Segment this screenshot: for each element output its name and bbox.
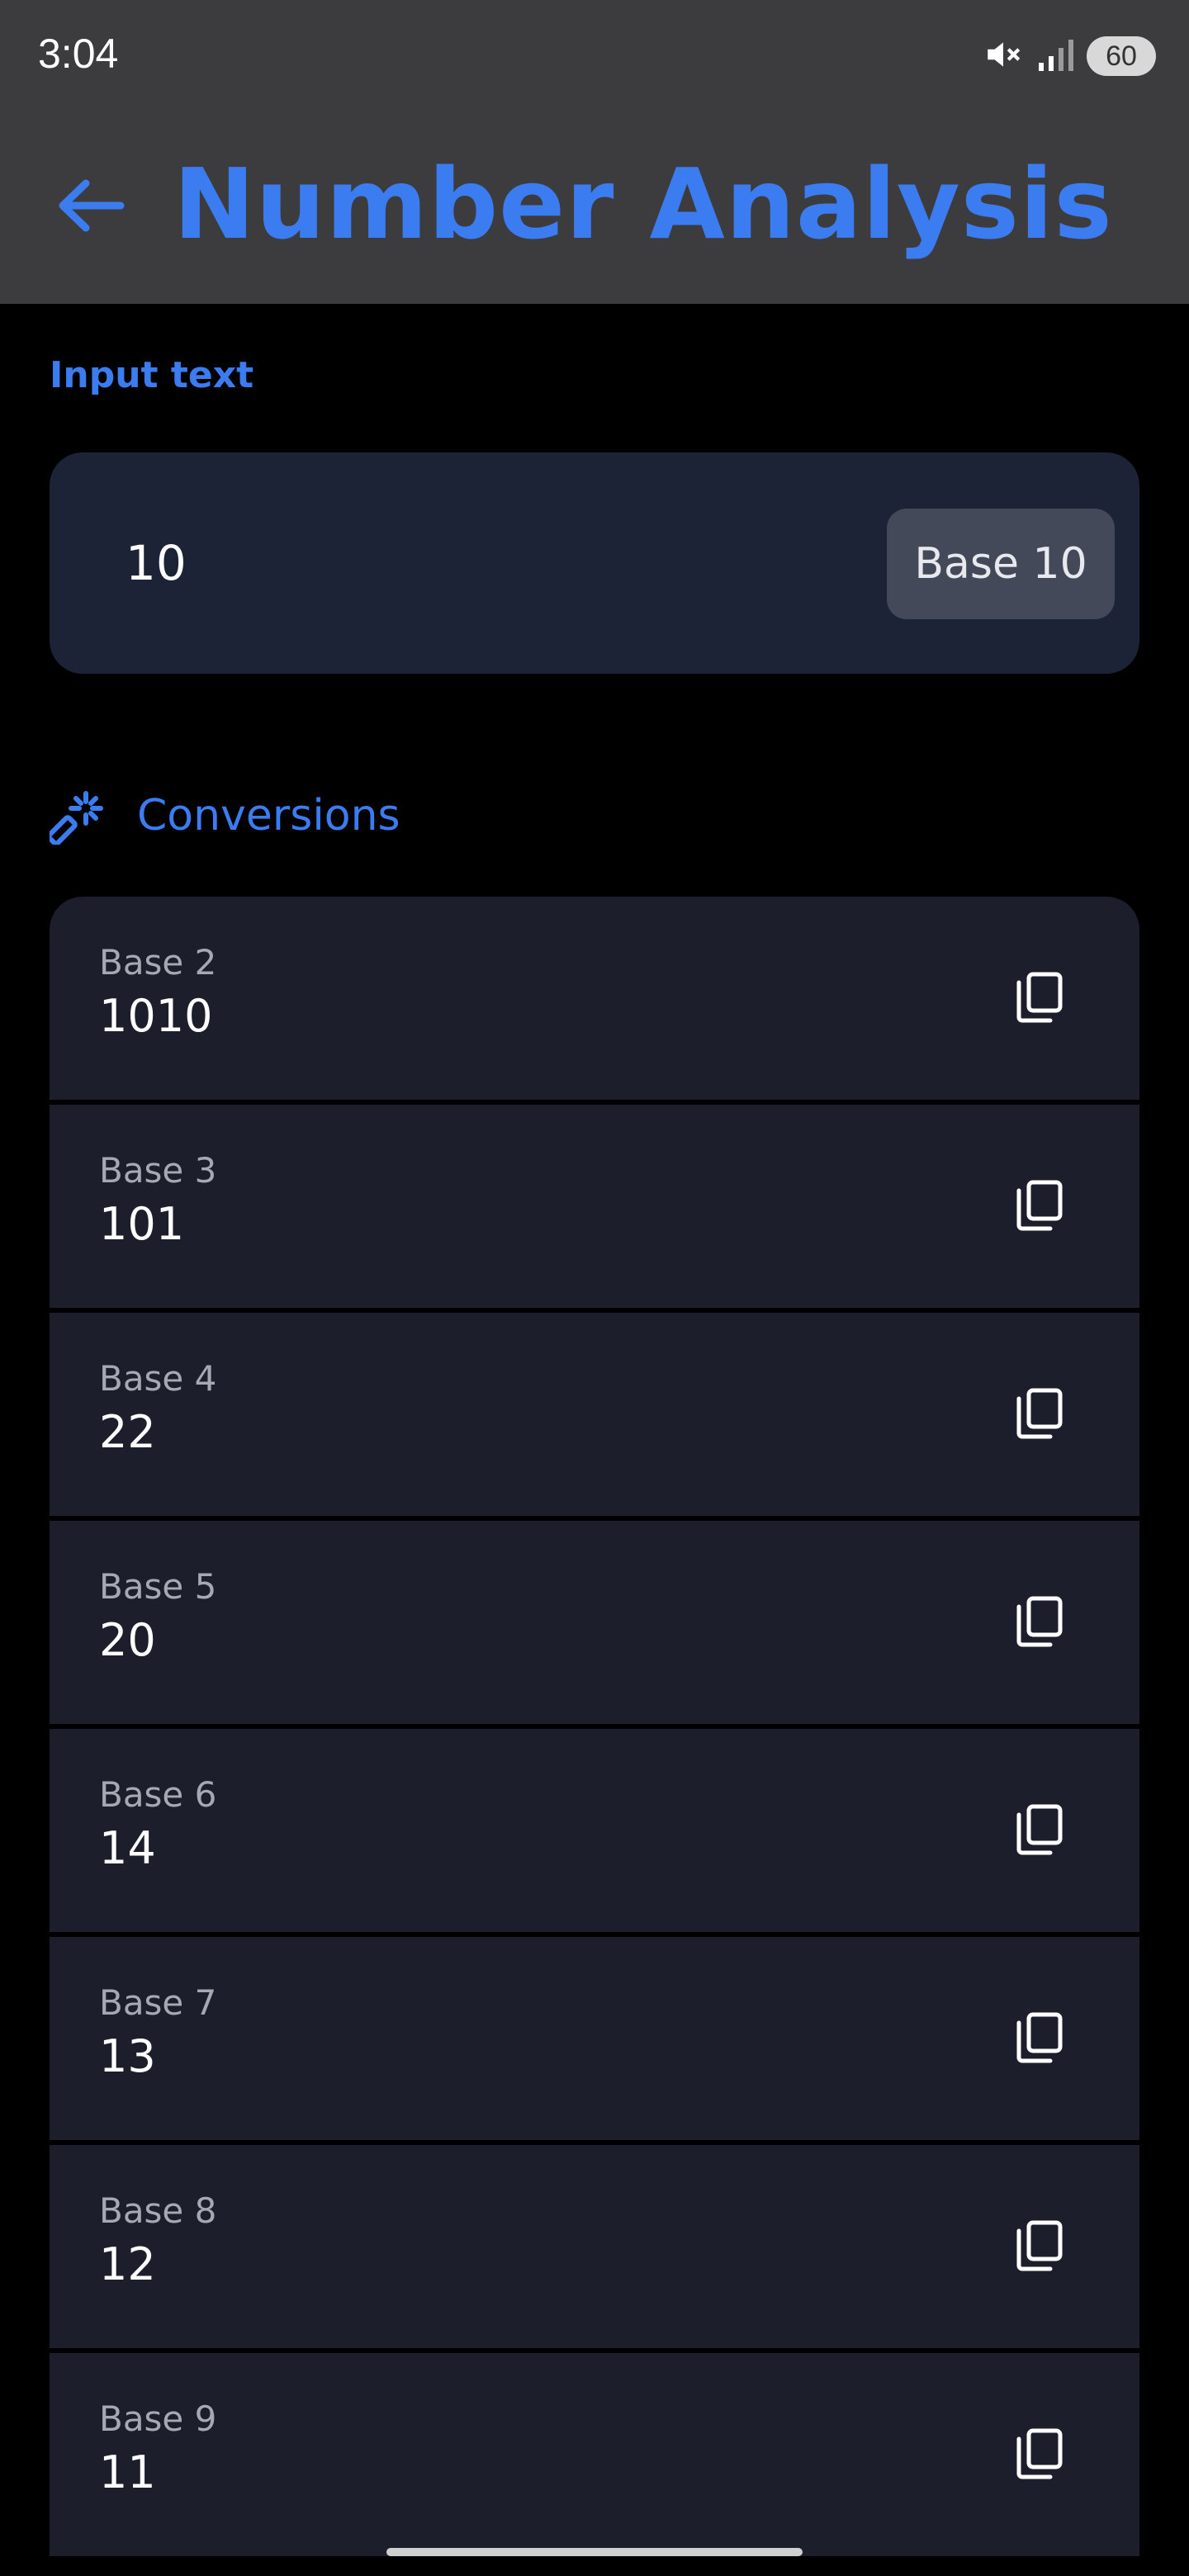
copy-icon [1016, 2220, 1063, 2271]
copy-icon [1016, 1804, 1063, 1855]
conversion-row-base-6: Base 6 14 [50, 1729, 1139, 1932]
copy-button[interactable] [1004, 1587, 1073, 1656]
input-value[interactable]: 10 [126, 532, 187, 594]
status-icons: 60 [983, 31, 1156, 81]
arrow-left-icon [59, 179, 125, 232]
base-value: 12 [99, 2238, 156, 2290]
conversions-title: Conversions [137, 791, 400, 841]
status-bar: 3:04 60 [0, 0, 1189, 107]
conversion-row-base-3: Base 3 101 [50, 1105, 1139, 1308]
conversion-row-base-9: Base 9 11 [50, 2353, 1139, 2556]
page-title: Number Analysis [173, 147, 1113, 261]
number-input-field[interactable]: 10 Base 10 [50, 452, 1139, 674]
copy-icon [1016, 2428, 1063, 2479]
base-value: 11 [99, 2446, 156, 2498]
app-bar: Number Analysis [0, 107, 1189, 304]
base-value: 101 [99, 1198, 185, 1250]
base-value: 13 [99, 2030, 156, 2082]
base-value: 14 [99, 1822, 156, 1874]
conversion-row-base-7: Base 7 13 [50, 1937, 1139, 2140]
magic-wand-icon [50, 791, 103, 845]
copy-icon [1016, 1180, 1063, 1231]
base-label: Base 6 [99, 1774, 217, 1815]
mute-icon [983, 34, 1024, 78]
conversion-row-base-2: Base 2 1010 [50, 897, 1139, 1100]
base-value: 1010 [99, 990, 213, 1042]
conversion-row-base-4: Base 4 22 [50, 1313, 1139, 1516]
base-value: 22 [99, 1406, 156, 1458]
base-label: Base 4 [99, 1358, 217, 1399]
conversion-row-base-5: Base 5 20 [50, 1521, 1139, 1724]
copy-button[interactable] [1004, 963, 1073, 1032]
copy-button[interactable] [1004, 2419, 1073, 2488]
base-value: 20 [99, 1614, 156, 1666]
status-time: 3:04 [38, 31, 119, 77]
copy-button[interactable] [1004, 1379, 1073, 1448]
base-label: Base 5 [99, 1566, 217, 1607]
copy-button[interactable] [1004, 1171, 1073, 1240]
back-button[interactable] [45, 160, 135, 251]
conversions-list: Base 2 1010 Base 3 101 Base 4 22 Base 5 … [50, 897, 1139, 2576]
base-label: Base 9 [99, 2398, 217, 2439]
signal-icon [1035, 35, 1075, 78]
conversion-row-base-8: Base 8 12 [50, 2145, 1139, 2348]
copy-button[interactable] [1004, 2003, 1073, 2072]
copy-button[interactable] [1004, 1795, 1073, 1864]
battery-icon: 60 [1087, 36, 1156, 76]
input-label: Input text [50, 354, 254, 396]
copy-icon [1016, 1596, 1063, 1647]
copy-icon [1016, 1388, 1063, 1439]
home-indicator[interactable] [386, 2548, 803, 2556]
base-label: Base 2 [99, 942, 217, 983]
copy-button[interactable] [1004, 2211, 1073, 2280]
conversions-header: Conversions [50, 783, 400, 849]
base-label: Base 7 [99, 1982, 217, 2023]
base-label: Base 3 [99, 1150, 217, 1191]
copy-icon [1016, 972, 1063, 1023]
copy-icon [1016, 2012, 1063, 2063]
base-label: Base 8 [99, 2190, 217, 2231]
base-selector-button[interactable]: Base 10 [887, 509, 1115, 619]
